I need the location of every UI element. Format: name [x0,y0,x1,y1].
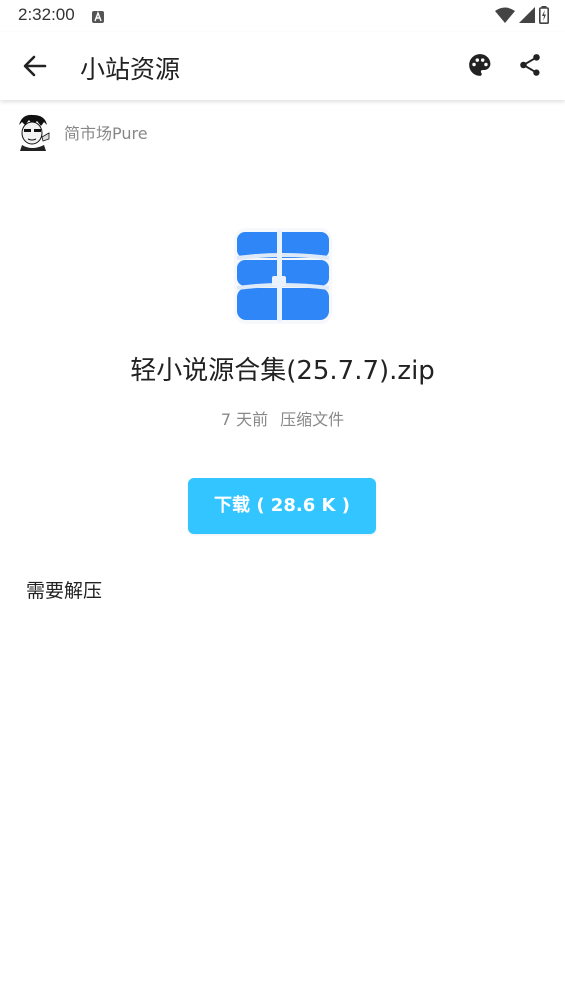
download-button[interactable]: 下载 ( 28.6 K ) [188,478,376,534]
status-bar: 2:32:00 [0,0,565,32]
page-title: 小站资源 [80,55,181,84]
battery-charging-icon [539,6,549,28]
cellular-signal-icon [519,7,535,27]
app-bar: 小站资源 [0,32,565,100]
avatar[interactable] [16,113,50,151]
status-time: 2:32:00 [18,5,75,24]
description-text: 需要解压 [26,580,103,602]
archive-zip-icon [232,226,334,326]
author-name[interactable]: 简市场Pure [64,120,148,144]
status-icons [495,6,549,28]
share-icon[interactable] [517,52,543,78]
file-name: 轻小说源合集(25.7.7).zip [130,356,435,386]
a-notification-icon [92,8,104,27]
arrow-left-icon[interactable] [22,53,48,79]
file-meta: 7 天前 压缩文件 [0,406,565,430]
file-time-ago: 7 天前 [220,410,269,429]
wifi-icon [495,7,515,27]
author-row[interactable]: 简市场Pure [16,113,148,151]
file-type: 压缩文件 [280,410,345,429]
palette-icon[interactable] [467,52,493,78]
